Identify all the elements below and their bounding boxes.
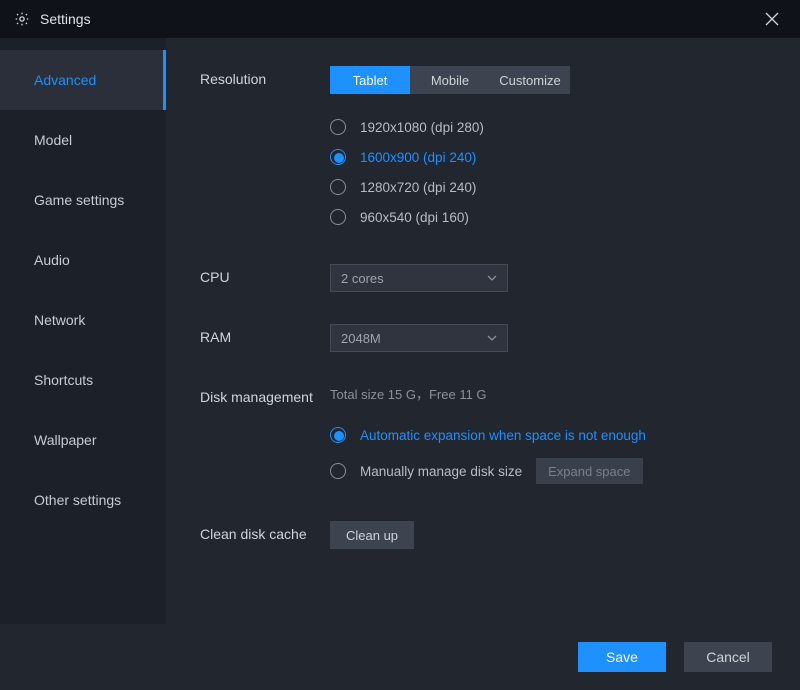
sidebar-item-advanced[interactable]: Advanced <box>0 50 166 110</box>
sidebar-item-game-settings[interactable]: Game settings <box>0 170 166 230</box>
sidebar-item-label: Other settings <box>34 492 121 508</box>
radio-icon <box>330 427 346 443</box>
clean-up-button[interactable]: Clean up <box>330 521 414 549</box>
radio-icon <box>330 209 346 225</box>
radio-icon <box>330 119 346 135</box>
button-label: Cancel <box>706 649 750 665</box>
chevron-down-icon <box>487 335 497 341</box>
tab-customize[interactable]: Customize <box>490 66 570 94</box>
radio-label: Manually manage disk size <box>360 464 522 479</box>
disk-info: Total size 15 G，Free 11 G <box>330 384 766 403</box>
sidebar-item-label: Shortcuts <box>34 372 93 388</box>
cpu-select[interactable]: 2 cores <box>330 264 508 292</box>
sidebar-item-label: Audio <box>34 252 70 268</box>
tab-label: Tablet <box>353 73 388 88</box>
radio-icon <box>330 463 346 479</box>
sidebar-item-label: Model <box>34 132 72 148</box>
disk-option-manual[interactable]: Manually manage disk size Expand space <box>330 453 766 489</box>
sidebar: Advanced Model Game settings Audio Netwo… <box>0 38 166 624</box>
sidebar-item-audio[interactable]: Audio <box>0 230 166 290</box>
tab-label: Customize <box>499 73 560 88</box>
resolution-options: 1920x1080 (dpi 280) 1600x900 (dpi 240) 1… <box>330 112 766 232</box>
resolution-option[interactable]: 960x540 (dpi 160) <box>330 202 766 232</box>
sidebar-item-shortcuts[interactable]: Shortcuts <box>0 350 166 410</box>
clean-cache-label: Clean disk cache <box>200 521 330 545</box>
tab-mobile[interactable]: Mobile <box>410 66 490 94</box>
radio-label: 960x540 (dpi 160) <box>360 210 469 225</box>
button-label: Expand space <box>548 464 630 479</box>
footer: Save Cancel <box>0 624 800 690</box>
radio-icon <box>330 149 346 165</box>
resolution-label: Resolution <box>200 66 330 90</box>
radio-label: 1600x900 (dpi 240) <box>360 150 476 165</box>
resolution-option[interactable]: 1600x900 (dpi 240) <box>330 142 766 172</box>
disk-option-auto[interactable]: Automatic expansion when space is not en… <box>330 417 766 453</box>
radio-label: 1920x1080 (dpi 280) <box>360 120 484 135</box>
sidebar-item-label: Advanced <box>34 72 96 88</box>
resolution-option[interactable]: 1280x720 (dpi 240) <box>330 172 766 202</box>
button-label: Clean up <box>346 528 398 543</box>
window-title: Settings <box>40 11 91 27</box>
titlebar: Settings <box>0 0 800 38</box>
tab-label: Mobile <box>431 73 469 88</box>
sidebar-item-label: Wallpaper <box>34 432 97 448</box>
cancel-button[interactable]: Cancel <box>684 642 772 672</box>
sidebar-item-wallpaper[interactable]: Wallpaper <box>0 410 166 470</box>
radio-label: 1280x720 (dpi 240) <box>360 180 476 195</box>
radio-icon <box>330 179 346 195</box>
main-panel: Resolution Tablet Mobile Customize <box>166 38 800 624</box>
save-button[interactable]: Save <box>578 642 666 672</box>
resolution-option[interactable]: 1920x1080 (dpi 280) <box>330 112 766 142</box>
settings-icon <box>14 11 30 27</box>
resolution-tabs: Tablet Mobile Customize <box>330 66 570 94</box>
sidebar-item-other-settings[interactable]: Other settings <box>0 470 166 530</box>
expand-space-button: Expand space <box>536 458 642 484</box>
disk-label: Disk management <box>200 384 330 408</box>
sidebar-item-model[interactable]: Model <box>0 110 166 170</box>
ram-select[interactable]: 2048M <box>330 324 508 352</box>
chevron-down-icon <box>487 275 497 281</box>
sidebar-item-network[interactable]: Network <box>0 290 166 350</box>
cpu-label: CPU <box>200 264 330 288</box>
ram-label: RAM <box>200 324 330 348</box>
select-value: 2048M <box>341 331 381 346</box>
select-value: 2 cores <box>341 271 384 286</box>
radio-label: Automatic expansion when space is not en… <box>360 428 646 443</box>
close-icon[interactable] <box>758 5 786 33</box>
sidebar-item-label: Network <box>34 312 85 328</box>
disk-options: Automatic expansion when space is not en… <box>330 417 766 489</box>
button-label: Save <box>606 649 638 665</box>
sidebar-item-label: Game settings <box>34 192 124 208</box>
tab-tablet[interactable]: Tablet <box>330 66 410 94</box>
